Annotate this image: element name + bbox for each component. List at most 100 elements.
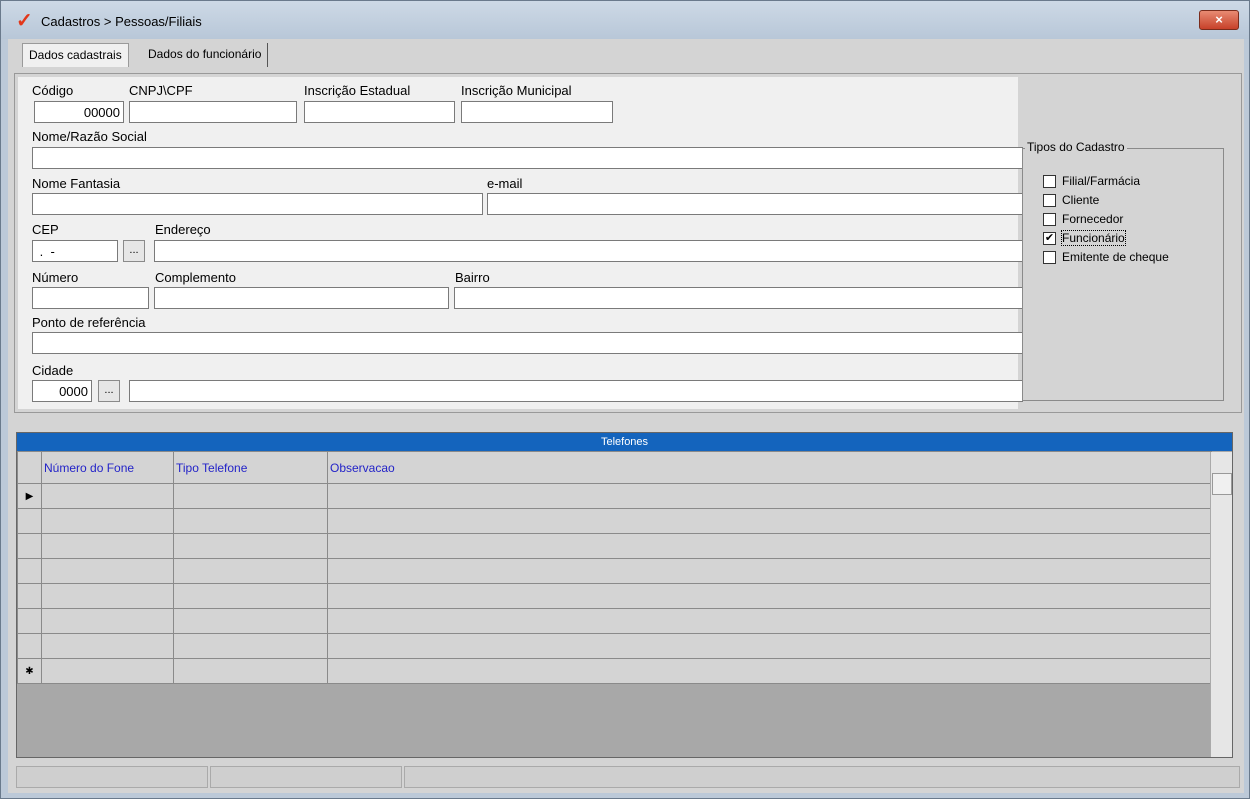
table-cell[interactable]	[41, 533, 174, 559]
cnpj-label: CNPJ\CPF	[129, 83, 193, 98]
status-panel	[16, 766, 208, 788]
codigo-label: Código	[32, 83, 74, 98]
table-cell[interactable]	[173, 533, 328, 559]
window-title: Cadastros > Pessoas/Filiais	[41, 14, 202, 29]
telefones-table[interactable]: Número do Fone Tipo Telefone Observacao …	[17, 451, 1212, 684]
status-panel	[210, 766, 402, 788]
table-cell[interactable]	[173, 608, 328, 634]
referencia-input[interactable]	[32, 332, 1023, 354]
table-row[interactable]	[17, 583, 1212, 609]
table-cell[interactable]	[327, 483, 1212, 509]
cidade-name-input[interactable]	[129, 380, 1023, 402]
form-panel: Código CNPJ\CPF Inscrição Estadual Inscr…	[18, 77, 1023, 409]
tab-dados-cadastrais[interactable]: Dados cadastrais	[22, 43, 129, 67]
cep-input[interactable]	[32, 240, 118, 262]
table-cell[interactable]	[41, 558, 174, 584]
endereco-label: Endereço	[155, 222, 211, 237]
checkbox-icon[interactable]	[1043, 250, 1056, 264]
vertical-scrollbar[interactable]	[1210, 452, 1232, 757]
client-area: Dados cadastrais Dados do funcionário Có…	[8, 39, 1244, 793]
checkbox-funcionario[interactable]: ✔ Funcionário	[1043, 230, 1126, 246]
cnpj-input[interactable]	[129, 101, 297, 123]
checkbox-icon[interactable]	[1043, 193, 1056, 207]
cidade-code-input[interactable]	[32, 380, 92, 402]
table-cell[interactable]	[173, 633, 328, 659]
table-row[interactable]: ▶	[17, 483, 1212, 509]
email-input[interactable]	[487, 193, 1023, 215]
checkbox-label: Cliente	[1062, 193, 1100, 207]
tipos-cadastro-group: Tipos do Cadastro Filial/Farmácia Client…	[1022, 140, 1224, 401]
checkbox-emitente-cheque[interactable]: Emitente de cheque	[1043, 249, 1169, 265]
table-row[interactable]	[17, 508, 1212, 534]
checkbox-icon[interactable]	[1043, 174, 1056, 188]
checkmark-icon[interactable]: ✔	[1043, 231, 1056, 245]
table-cell[interactable]	[41, 633, 174, 659]
telefones-title: Telefones	[17, 433, 1232, 451]
column-header-observacao[interactable]: Observacao	[327, 451, 1212, 484]
checkbox-label: Fornecedor	[1062, 212, 1124, 226]
bairro-label: Bairro	[455, 270, 490, 285]
checkbox-label: Filial/Farmácia	[1062, 174, 1141, 188]
table-header-row: Número do Fone Tipo Telefone Observacao	[17, 451, 1212, 484]
row-indicator	[17, 508, 42, 534]
cidade-label: Cidade	[32, 363, 74, 378]
title-bar[interactable]: ✓ Cadastros > Pessoas/Filiais ×	[1, 1, 1249, 39]
complemento-input[interactable]	[154, 287, 449, 309]
row-indicator	[17, 533, 42, 559]
tipos-cadastro-title: Tipos do Cadastro	[1025, 140, 1127, 154]
status-bar	[16, 766, 1240, 788]
row-indicator	[17, 583, 42, 609]
table-cell[interactable]	[41, 608, 174, 634]
table-cell[interactable]	[173, 558, 328, 584]
column-header-tipo[interactable]: Tipo Telefone	[173, 451, 328, 484]
table-cell[interactable]	[327, 583, 1212, 609]
table-cell[interactable]	[41, 508, 174, 534]
bairro-input[interactable]	[454, 287, 1023, 309]
table-cell[interactable]	[173, 658, 328, 684]
fantasia-input[interactable]	[32, 193, 483, 215]
nome-input[interactable]	[32, 147, 1023, 169]
ie-input[interactable]	[304, 101, 455, 123]
tab-dados-funcionario[interactable]: Dados do funcionário	[142, 43, 269, 67]
close-button[interactable]: ×	[1199, 10, 1239, 30]
table-row[interactable]	[17, 608, 1212, 634]
table-cell[interactable]	[327, 558, 1212, 584]
table-cell[interactable]	[327, 633, 1212, 659]
table-cell[interactable]	[327, 533, 1212, 559]
ie-label: Inscrição Estadual	[304, 83, 411, 98]
tab-page: Código CNPJ\CPF Inscrição Estadual Inscr…	[14, 73, 1242, 413]
table-cell[interactable]	[173, 583, 328, 609]
checkbox-label: Emitente de cheque	[1062, 250, 1169, 264]
new-row[interactable]: ✱	[17, 658, 1212, 684]
table-cell[interactable]	[41, 483, 174, 509]
telefones-grid[interactable]: Telefones Número do Fone Tipo Telefone O…	[16, 432, 1233, 758]
table-cell[interactable]	[173, 483, 328, 509]
table-row[interactable]	[17, 633, 1212, 659]
table-row[interactable]	[17, 558, 1212, 584]
window: ✓ Cadastros > Pessoas/Filiais × Dados ca…	[0, 0, 1250, 799]
row-indicator	[17, 608, 42, 634]
numero-input[interactable]	[32, 287, 149, 309]
checkbox-icon[interactable]	[1043, 212, 1056, 226]
checkbox-filial-farmacia[interactable]: Filial/Farmácia	[1043, 173, 1140, 189]
checkbox-fornecedor[interactable]: Fornecedor	[1043, 211, 1123, 227]
table-cell[interactable]	[41, 583, 174, 609]
scrollbar-thumb[interactable]	[1212, 473, 1232, 495]
table-cell[interactable]	[327, 658, 1212, 684]
cep-label: CEP	[32, 222, 59, 237]
codigo-input[interactable]	[34, 101, 124, 123]
table-cell[interactable]	[173, 508, 328, 534]
table-cell[interactable]	[327, 508, 1212, 534]
app-logo-icon: ✓	[16, 10, 33, 32]
fantasia-label: Nome Fantasia	[32, 176, 121, 191]
column-header-numero[interactable]: Número do Fone	[41, 451, 174, 484]
checkbox-cliente[interactable]: Cliente	[1043, 192, 1099, 208]
im-input[interactable]	[461, 101, 613, 123]
table-row[interactable]	[17, 533, 1212, 559]
table-cell[interactable]	[327, 608, 1212, 634]
cidade-lookup-button[interactable]: ...	[98, 380, 120, 402]
cep-lookup-button[interactable]: ...	[123, 240, 145, 262]
status-panel	[404, 766, 1240, 788]
endereco-input[interactable]	[154, 240, 1023, 262]
table-cell[interactable]	[41, 658, 174, 684]
